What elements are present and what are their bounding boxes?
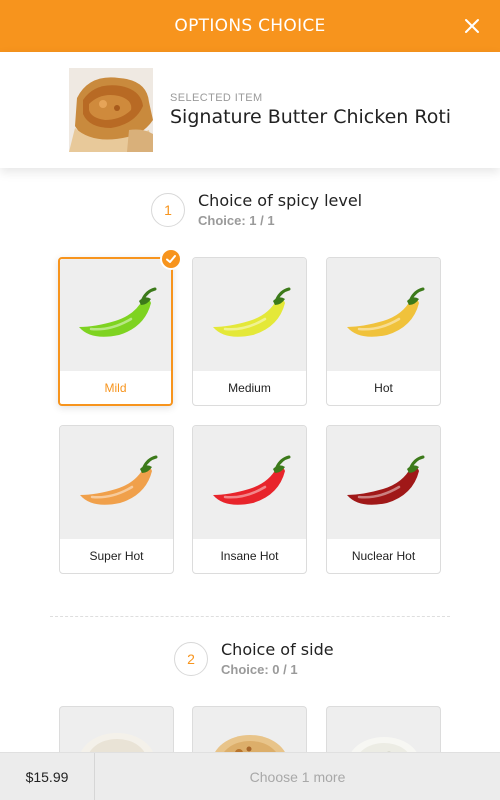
section-title: Choice of side xyxy=(221,640,334,659)
close-button[interactable] xyxy=(460,14,484,38)
option-insane-hot[interactable]: Insane Hot xyxy=(192,425,307,574)
option-label: Mild xyxy=(104,381,127,395)
section-choice-count: Choice: 1 / 1 xyxy=(198,213,275,228)
pepper-image xyxy=(60,259,171,371)
selected-item-caption: SELECTED ITEM xyxy=(170,92,263,104)
choose-more-button[interactable]: Choose 1 more xyxy=(95,753,500,800)
option-label: Insane Hot xyxy=(220,549,279,563)
close-icon xyxy=(465,19,479,33)
chili-pepper-icon xyxy=(78,287,156,337)
pepper-image xyxy=(327,258,440,371)
section-choice-count: Choice: 0 / 1 xyxy=(221,662,298,677)
section-title: Choice of spicy level xyxy=(198,191,363,210)
pepper-image xyxy=(327,426,440,539)
option-medium[interactable]: Medium xyxy=(192,257,307,406)
item-photo xyxy=(69,68,153,152)
chili-pepper-icon xyxy=(212,287,290,337)
option-mild[interactable]: Mild xyxy=(58,248,182,406)
chili-pepper-icon xyxy=(346,455,424,505)
total-price: $15.99 xyxy=(0,753,95,800)
item-text: SELECTED ITEM Signature Butter Chicken R… xyxy=(170,92,451,128)
selected-item-card: SELECTED ITEM Signature Butter Chicken R… xyxy=(0,52,500,168)
option-hot[interactable]: Hot xyxy=(326,257,441,406)
chili-pepper-icon xyxy=(79,455,157,505)
option-super-hot[interactable]: Super Hot xyxy=(59,425,174,574)
step-number-badge: 2 xyxy=(174,641,208,676)
chili-pepper-icon xyxy=(212,455,290,505)
section-spicy-level-header: 1 Choice of spicy level Choice: 1 / 1 xyxy=(151,191,362,228)
option-nuclear-hot[interactable]: Nuclear Hot xyxy=(326,425,441,574)
pepper-image xyxy=(193,426,306,539)
option-label: Super Hot xyxy=(89,549,144,563)
options-choice-page: OPTIONS CHOICE SELECTED ITEM Signature B… xyxy=(0,0,500,800)
pepper-image xyxy=(60,426,173,539)
option-label: Nuclear Hot xyxy=(351,549,416,563)
footer-bar: $15.99 Choose 1 more xyxy=(0,752,500,800)
header-bar: OPTIONS CHOICE xyxy=(0,0,500,52)
section-side-header: 2 Choice of side Choice: 0 / 1 xyxy=(174,640,334,677)
option-label: Medium xyxy=(228,381,271,395)
pepper-image xyxy=(193,258,306,371)
chili-pepper-icon xyxy=(346,287,424,337)
section-divider xyxy=(50,616,450,617)
selected-check-icon xyxy=(160,248,182,270)
page-title: OPTIONS CHOICE xyxy=(174,16,326,36)
selected-item-name: Signature Butter Chicken Roti xyxy=(170,106,452,128)
option-label: Hot xyxy=(374,381,393,395)
step-number-badge: 1 xyxy=(151,192,185,227)
